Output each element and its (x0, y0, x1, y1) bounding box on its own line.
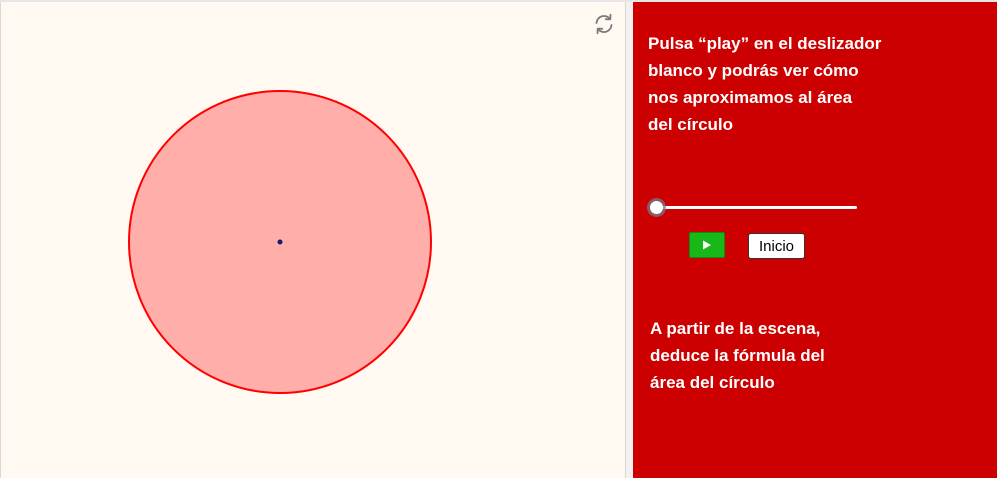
reset-button[interactable] (592, 12, 616, 36)
instruction-text: Pulsa “play” en el deslizador blanco y p… (648, 34, 882, 134)
slider-knob[interactable] (650, 201, 663, 214)
view-divider[interactable] (625, 2, 633, 478)
refresh-icon (595, 13, 613, 35)
question-text: A partir de la escena, deduce la fórmula… (650, 319, 825, 392)
side-panel: Pulsa “play” en el deslizador blanco y p… (633, 2, 997, 478)
slider-track[interactable] (655, 206, 857, 209)
play-button[interactable] (689, 232, 725, 258)
inicio-button[interactable]: Inicio (748, 233, 805, 259)
slider-handle[interactable] (647, 198, 666, 217)
white-slider[interactable] (647, 198, 859, 218)
play-icon (703, 240, 711, 250)
circle-drawing (128, 90, 432, 394)
center-point[interactable] (277, 239, 283, 245)
